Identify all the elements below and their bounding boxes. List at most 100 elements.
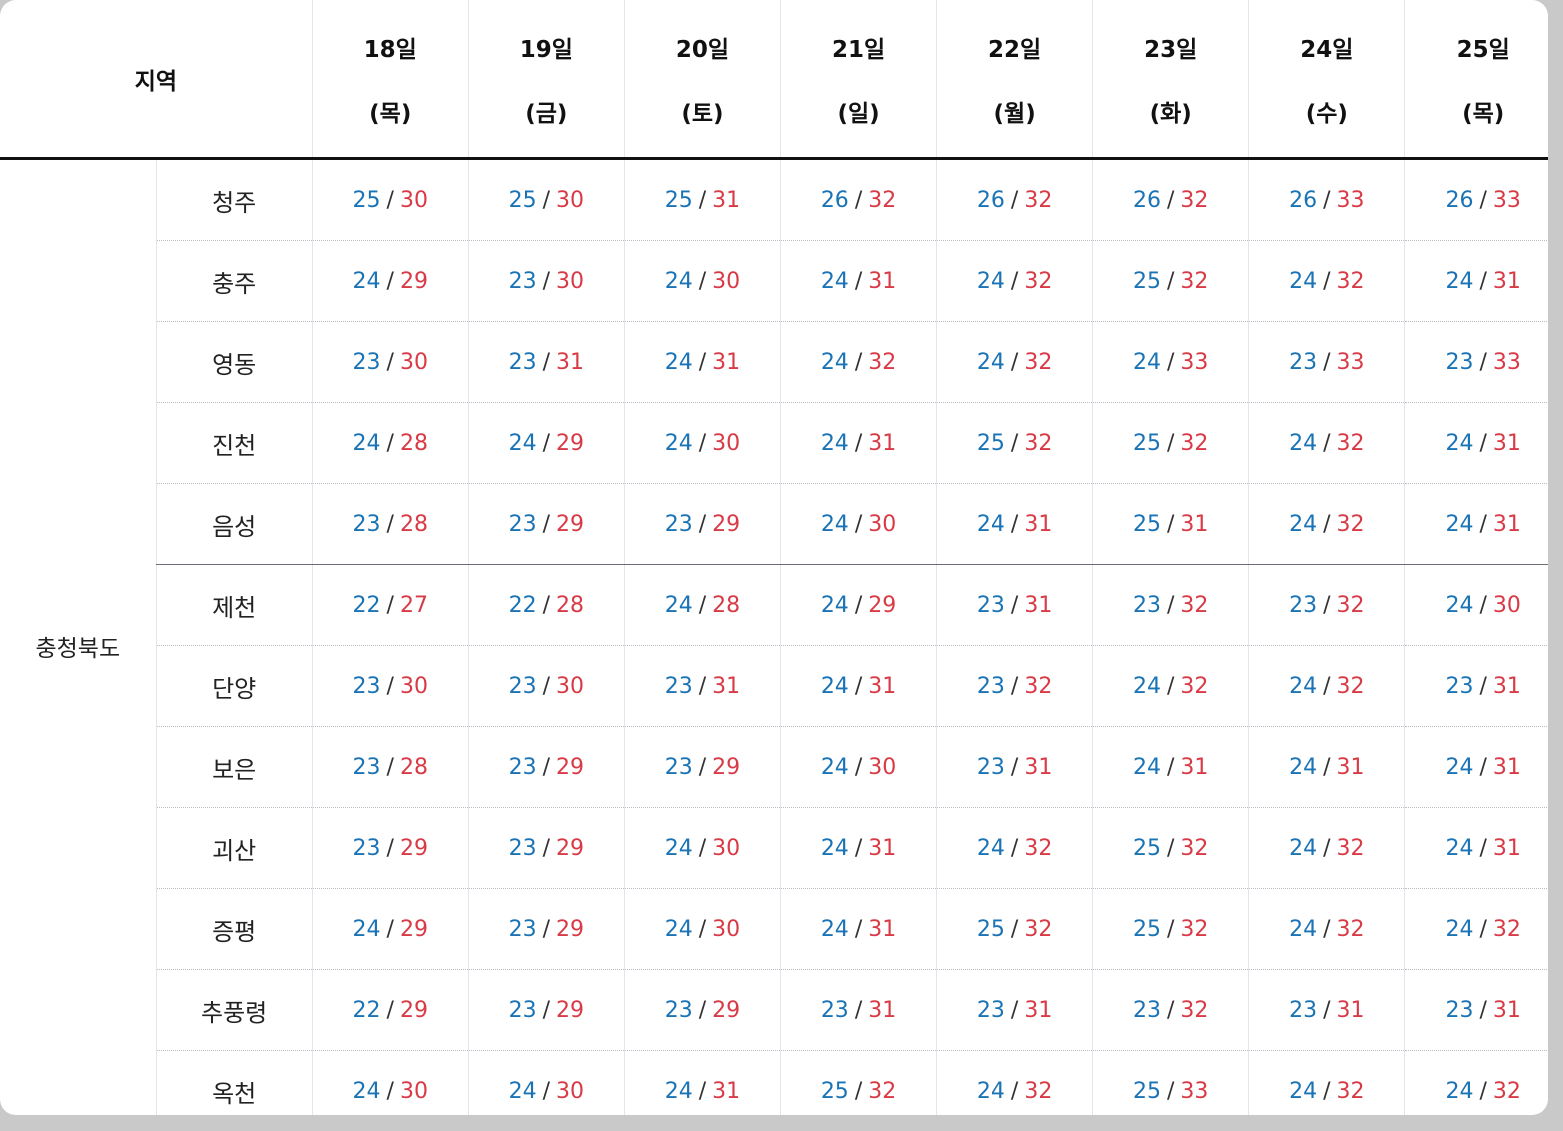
- temp-cell: 24/31: [1404, 807, 1548, 889]
- city-name: 괴산: [155, 807, 313, 889]
- low-temp: 24: [508, 430, 537, 456]
- high-temp: 31: [712, 349, 741, 375]
- low-temp: 23: [352, 754, 381, 780]
- temp-separator: /: [1323, 430, 1331, 456]
- high-temp: 30: [399, 187, 428, 213]
- temp-cell: 23/31: [936, 726, 1093, 808]
- high-temp: 32: [1180, 268, 1209, 294]
- high-temp: 33: [1180, 1078, 1209, 1104]
- province-cell: 충청북도: [0, 159, 156, 1116]
- temp-separator: /: [698, 349, 707, 375]
- high-temp: 32: [868, 187, 897, 213]
- temp-cell: 24/31: [1404, 483, 1548, 565]
- temp-cell: 23/31: [936, 564, 1093, 646]
- temp-separator: /: [386, 997, 394, 1023]
- temp-cell: 25/33: [1092, 1050, 1249, 1115]
- temp-cell: 24/29: [467, 402, 625, 484]
- low-temp: 24: [1445, 835, 1474, 861]
- temp-separator: /: [1479, 835, 1487, 861]
- temp-separator: /: [1010, 997, 1019, 1023]
- high-temp: 31: [712, 673, 741, 699]
- high-temp: 32: [1492, 916, 1521, 942]
- temp-separator: /: [698, 187, 707, 213]
- temp-separator: /: [1323, 511, 1331, 537]
- temp-cell: 23/29: [623, 726, 781, 808]
- day-date: 21일: [831, 36, 886, 63]
- low-temp: 24: [1445, 511, 1474, 537]
- region-header-label: 지역: [134, 68, 178, 95]
- temp-cell: 22/29: [311, 969, 469, 1051]
- temp-cell: 23/29: [467, 807, 625, 889]
- temp-separator: /: [1323, 916, 1331, 942]
- temp-cell: 24/29: [779, 564, 937, 646]
- temp-cell: 23/31: [467, 321, 625, 403]
- day-date: 24일: [1300, 36, 1354, 63]
- temp-separator: /: [1479, 592, 1487, 618]
- temp-separator: /: [854, 430, 863, 456]
- low-temp: 24: [1289, 511, 1318, 537]
- low-temp: 24: [820, 430, 849, 456]
- high-temp: 29: [556, 754, 585, 780]
- city-name: 영동: [155, 321, 313, 403]
- temp-separator: /: [698, 592, 707, 618]
- temp-separator: /: [542, 835, 551, 861]
- low-temp: 26: [1445, 187, 1474, 213]
- low-temp: 24: [1289, 1078, 1318, 1104]
- low-temp: 26: [976, 187, 1005, 213]
- temp-cell: 25/30: [467, 158, 625, 241]
- high-temp: 31: [712, 1078, 741, 1104]
- high-temp: 31: [868, 916, 897, 942]
- high-temp: 33: [1336, 349, 1365, 375]
- temp-cell: 24/31: [1248, 726, 1405, 808]
- high-temp: 30: [556, 673, 585, 699]
- low-temp: 24: [820, 835, 849, 861]
- temp-separator: /: [386, 511, 394, 537]
- temp-separator: /: [1167, 916, 1175, 942]
- temp-cell: 24/31: [936, 483, 1093, 565]
- temp-cell: 24/32: [1248, 240, 1405, 322]
- temp-cell: 22/27: [311, 564, 469, 646]
- temp-separator: /: [1479, 187, 1487, 213]
- low-temp: 23: [664, 511, 693, 537]
- low-temp: 26: [1133, 187, 1161, 213]
- high-temp: 32: [1024, 1078, 1053, 1104]
- day-header: 21일 (일): [779, 0, 937, 160]
- temp-cell: 24/29: [311, 240, 469, 322]
- low-temp: 24: [664, 430, 693, 456]
- temp-cell: 24/28: [311, 402, 469, 484]
- temp-cell: 24/30: [623, 807, 781, 889]
- temp-cell: 23/29: [467, 888, 625, 970]
- temp-cell: 23/29: [467, 969, 625, 1051]
- day-weekday: (일): [837, 100, 880, 127]
- high-temp: 29: [399, 835, 428, 861]
- high-temp: 32: [1180, 430, 1209, 456]
- temp-cell: 24/31: [1404, 402, 1548, 484]
- temp-separator: /: [542, 916, 551, 942]
- city-name: 추풍령: [155, 969, 313, 1051]
- temp-cell: 24/32: [936, 240, 1093, 322]
- day-weekday: (월): [993, 100, 1036, 127]
- day-weekday: (토): [681, 100, 724, 127]
- temp-separator: /: [386, 268, 394, 294]
- city-name: 제천: [155, 564, 313, 646]
- temp-cell: 24/32: [1248, 483, 1405, 565]
- high-temp: 29: [399, 997, 428, 1023]
- high-temp: 31: [1336, 754, 1365, 780]
- high-temp: 30: [712, 916, 741, 942]
- temp-cell: 24/32: [936, 321, 1093, 403]
- temp-cell: 23/29: [623, 969, 781, 1051]
- low-temp: 23: [508, 997, 537, 1023]
- table-row: 괴산 23/29 23/29 24/30 24/31 24/32 25/32 24/32 24/…: [0, 807, 1548, 889]
- low-temp: 25: [1133, 268, 1161, 294]
- high-temp: 32: [1336, 1078, 1365, 1104]
- temp-separator: /: [854, 349, 863, 375]
- high-temp: 32: [1180, 916, 1209, 942]
- low-temp: 24: [820, 916, 849, 942]
- low-temp: 23: [352, 511, 381, 537]
- day-header: 20일 (토): [623, 0, 781, 160]
- table-body: 충청북도 청주 25/30 25/30 25/31 26/32 26/32 26/32 26/3…: [0, 158, 1548, 1116]
- high-temp: 32: [1180, 187, 1209, 213]
- low-temp: 22: [352, 997, 381, 1023]
- high-temp: 32: [1024, 430, 1053, 456]
- low-temp: 25: [820, 1078, 849, 1104]
